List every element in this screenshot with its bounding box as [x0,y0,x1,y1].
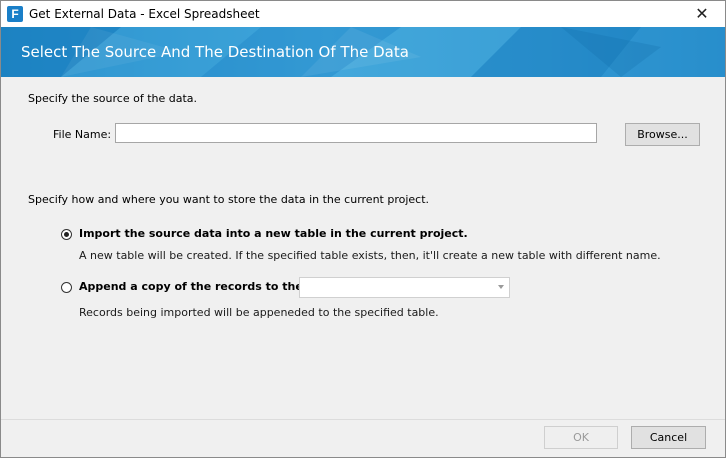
header-banner: Select The Source And The Destination Of… [1,27,725,77]
cancel-button[interactable]: Cancel [631,426,706,449]
close-button[interactable]: ✕ [679,1,725,27]
source-prompt: Specify the source of the data. [28,92,198,105]
title-bar[interactable]: F Get External Data - Excel Spreadsheet … [1,1,725,27]
target-table-dropdown[interactable] [299,277,510,298]
destination-prompt: Specify how and where you want to store … [28,193,430,206]
ok-button[interactable]: OK [544,426,618,449]
app-icon: F [7,6,23,22]
import-new-table-description: A new table will be created. If the spec… [79,249,661,262]
browse-button[interactable]: Browse... [625,123,700,146]
footer-divider [1,419,725,420]
file-name-label: File Name: [53,128,112,141]
banner-title: Select The Source And The Destination Of… [21,43,409,61]
import-new-table-label[interactable]: Import the source data into a new table … [79,227,468,241]
dialog-window: F Get External Data - Excel Spreadsheet … [0,0,726,458]
close-icon: ✕ [695,4,709,23]
radio-selected-dot [64,232,69,237]
file-name-input[interactable] [115,123,597,143]
chevron-down-icon [498,285,504,289]
window-title: Get External Data - Excel Spreadsheet [29,7,260,21]
append-table-description: Records being imported will be appeneded… [79,306,439,319]
import-new-table-radio[interactable] [61,229,72,240]
append-table-radio[interactable] [61,282,72,293]
